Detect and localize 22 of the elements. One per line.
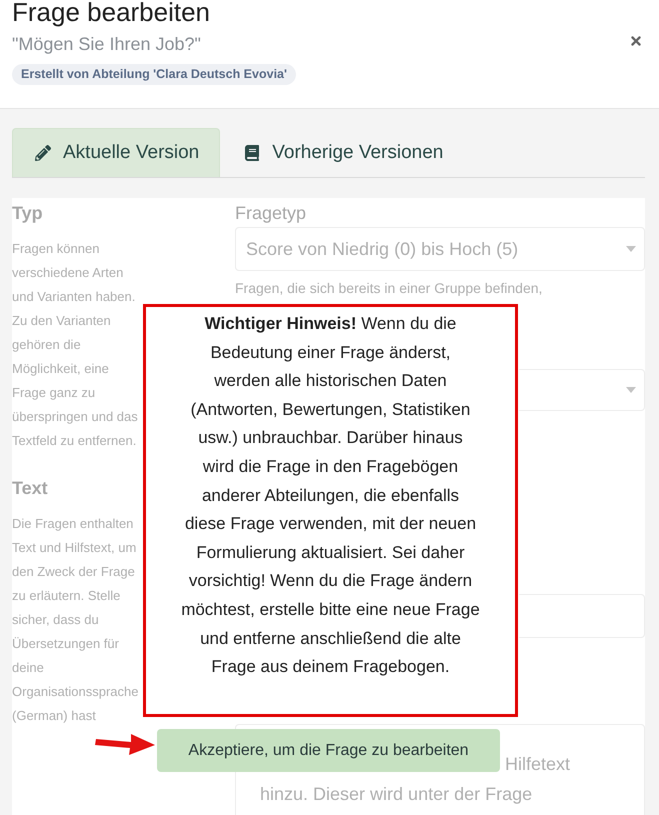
- field-label: Fragetyp: [235, 202, 306, 224]
- close-button[interactable]: [629, 34, 643, 48]
- field-help-text: Fragen, die sich bereits in einer Gruppe befinden,: [235, 279, 542, 298]
- caret-icon: [626, 246, 636, 252]
- book-icon: [244, 145, 260, 161]
- tab[interactable]: Vorherige Versionen: [220, 128, 464, 177]
- select-field[interactable]: [519, 369, 645, 411]
- section-description: Fragen können verschiedene Arten und Varianten haben. Zu den Varianten gehören die Möglichkeit, eine Frage ganz zu überspringen und das Textfeld zu entfernen.: [12, 240, 139, 450]
- close-icon: [629, 34, 643, 48]
- section-heading: Typ: [12, 202, 43, 224]
- pencil-icon: [35, 145, 51, 161]
- accept-button[interactable]: Akzeptiere, um die Frage zu bearbeiten: [157, 729, 500, 772]
- arrow-icon: [95, 733, 155, 755]
- department-badge: Erstellt von Abteilung 'Clara Deutsch Evovia': [12, 64, 296, 85]
- dialog-title: Frage bearbeiten: [12, 0, 210, 27]
- tab[interactable]: Aktuelle Version: [12, 128, 220, 177]
- dialog-subtitle: "Mögen Sie Ihren Job?": [12, 33, 201, 55]
- section-heading: Text: [12, 477, 48, 499]
- warning-text: Wichtiger Hinweis! Wenn du die Bedeutung einer Frage änderst, werden alle historischen Daten (Antworten, Bewertungen, Statistiken usw.) unbrauchbar. Darüber hinaus wird die Frage in den Fragebögen anderer Abteilungen, die ebenfalls diese Frage verwenden, mit der neuen Formulierung aktualisiert. Sei daher vorsichtig! Wenn du die Frage ändern möchtest, erstelle bitte eine neue Frage und entferne anschließend die alte Frage aus deinem Fragebogen.: [181, 313, 480, 678]
- section-description: Die Fragen enthalten Text und Hilfstext, um den Zweck der Frage zu erläutern. Stelle sicher, dass du Übersetzungen für deine Organisationssprache (German) hast: [12, 515, 140, 725]
- input-field[interactable]: [519, 594, 645, 638]
- caret-icon: [626, 387, 636, 393]
